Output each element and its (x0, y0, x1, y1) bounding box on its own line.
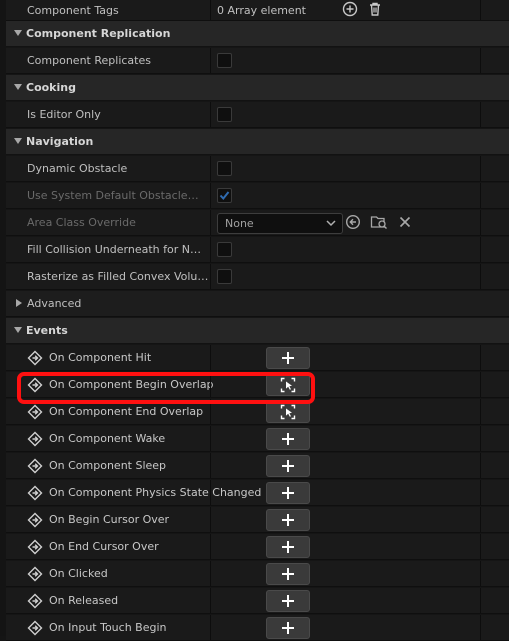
fill-collision-row: Fill Collision Underneath for Nav... (6, 237, 509, 263)
section-title: Navigation (26, 135, 94, 148)
event-diamond-icon (27, 593, 43, 609)
event-row: On Input Touch Begin (6, 615, 509, 641)
component-tags-row: Component Tags 0 Array element (6, 0, 509, 21)
event-diamond-icon (27, 566, 43, 582)
highlight-box (17, 372, 315, 404)
add-event-button[interactable] (266, 509, 310, 531)
add-event-button[interactable] (266, 590, 310, 612)
is-editor-only-checkbox[interactable] (217, 107, 232, 122)
advanced-row[interactable]: Advanced (6, 291, 509, 317)
area-class-dropdown[interactable]: None (217, 213, 343, 234)
event-diamond-icon (27, 458, 43, 474)
event-row: On End Cursor Over (6, 534, 509, 560)
chevron-down-icon (14, 138, 22, 144)
area-class-override-row: Area Class Override None (6, 210, 509, 236)
section-title: Cooking (26, 81, 76, 94)
event-row: On Component Hit (6, 345, 509, 371)
plus-circle-icon[interactable] (342, 1, 360, 19)
event-row: On Component Physics State Changed (6, 480, 509, 506)
event-label: On Begin Cursor Over (49, 513, 170, 526)
add-event-button[interactable] (266, 536, 310, 558)
rasterize-row: Rasterize as Filled Convex Volume (6, 264, 509, 290)
fill-collision-label: Fill Collision Underneath for Nav... (27, 243, 202, 256)
event-row: On Component Wake (6, 426, 509, 452)
event-row: On Clicked (6, 561, 509, 587)
dynamic-obstacle-label: Dynamic Obstacle (27, 162, 128, 175)
browse-folder-icon[interactable] (370, 214, 388, 232)
details-panel: Component Tags 0 Array element Component… (0, 0, 509, 641)
use-selected-icon[interactable] (345, 214, 363, 232)
event-diamond-icon (27, 431, 43, 447)
event-label: On Clicked (49, 567, 108, 580)
event-row: On Component Sleep (6, 453, 509, 479)
component-tags-label: Component Tags (27, 4, 119, 17)
event-label: On End Cursor Over (49, 540, 159, 553)
add-event-button[interactable] (266, 563, 310, 585)
fill-collision-checkbox[interactable] (217, 242, 232, 257)
chevron-down-icon (14, 327, 22, 333)
event-diamond-icon (27, 512, 43, 528)
add-event-button[interactable] (266, 428, 310, 450)
event-label: On Released (49, 594, 119, 607)
dynamic-obstacle-checkbox[interactable] (217, 161, 232, 176)
use-system-default-row: Use System Default Obstacle Ar... (6, 183, 509, 209)
dynamic-obstacle-row: Dynamic Obstacle (6, 156, 509, 182)
section-events[interactable]: Events (6, 318, 509, 344)
event-diamond-icon (27, 350, 43, 366)
use-system-default-checkbox[interactable] (217, 188, 232, 203)
advanced-label: Advanced (27, 297, 82, 310)
section-navigation[interactable]: Navigation (6, 129, 509, 155)
event-label: On Component Wake (49, 432, 166, 445)
add-event-button[interactable] (266, 482, 310, 504)
event-diamond-icon (27, 620, 43, 636)
event-row: On Begin Cursor Over (6, 507, 509, 533)
section-cooking[interactable]: Cooking (6, 75, 509, 101)
clear-x-icon[interactable] (397, 214, 415, 232)
event-label: On Component Physics State Changed (49, 486, 262, 499)
is-editor-only-label: Is Editor Only (27, 108, 101, 121)
section-component-replication[interactable]: Component Replication (6, 21, 509, 47)
event-label: On Component End Overlap (49, 405, 204, 418)
rasterize-checkbox[interactable] (217, 269, 232, 284)
component-replicates-label: Component Replicates (27, 54, 151, 67)
event-diamond-icon (27, 404, 43, 420)
chevron-down-icon (14, 84, 22, 90)
event-diamond-icon (27, 539, 43, 555)
add-event-button[interactable] (266, 347, 310, 369)
trash-icon[interactable] (367, 1, 385, 19)
use-system-default-label: Use System Default Obstacle Ar... (27, 189, 202, 202)
is-editor-only-row: Is Editor Only (6, 102, 509, 128)
goto-event-button[interactable] (266, 401, 310, 423)
section-title: Events (26, 324, 68, 337)
area-class-override-label: Area Class Override (27, 216, 136, 229)
event-row: On Released (6, 588, 509, 614)
checkmark-icon (219, 191, 230, 201)
component-replicates-row: Component Replicates (6, 48, 509, 74)
chevron-down-icon (14, 30, 22, 36)
rasterize-label: Rasterize as Filled Convex Volume (27, 270, 209, 283)
chevron-right-icon (16, 299, 22, 307)
component-tags-value: 0 Array element (217, 4, 306, 17)
chevron-down-icon (326, 220, 336, 227)
event-label: On Input Touch Begin (49, 621, 167, 634)
add-event-button[interactable] (266, 455, 310, 477)
event-label: On Component Sleep (49, 459, 167, 472)
event-label: On Component Hit (49, 351, 152, 364)
area-class-value: None (225, 217, 254, 230)
event-diamond-icon (27, 485, 43, 501)
component-replicates-checkbox[interactable] (217, 53, 232, 68)
section-title: Component Replication (26, 27, 171, 40)
